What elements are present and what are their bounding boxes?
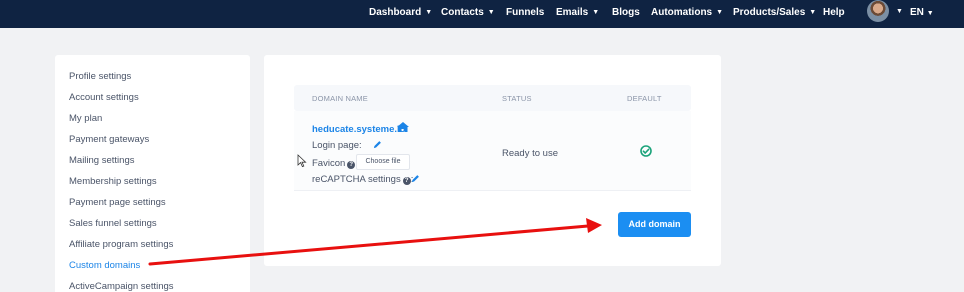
settings-sidebar: Profile settings Account settings My pla… xyxy=(55,55,250,292)
custom-domains-card: DOMAIN NAME STATUS DEFAULT heducate.syst… xyxy=(264,55,721,266)
recaptcha-label: reCAPTCHA settings?: xyxy=(312,174,413,185)
pencil-icon[interactable] xyxy=(373,140,382,149)
nav-contacts[interactable]: Contacts ▼ xyxy=(441,7,495,20)
sidebar-item-account-settings[interactable]: Account settings xyxy=(69,92,139,103)
chevron-down-icon: ▼ xyxy=(425,9,433,16)
nav-emails-label: Emails xyxy=(556,7,589,18)
nav-dashboard[interactable]: Dashboard ▼ xyxy=(369,7,432,20)
nav-blogs[interactable]: Blogs xyxy=(612,7,640,19)
sidebar-item-profile-settings[interactable]: Profile settings xyxy=(69,71,131,82)
add-domain-button[interactable]: Add domain xyxy=(618,212,691,237)
avatar[interactable] xyxy=(867,0,889,22)
nav-products-sales-label: Products/Sales xyxy=(733,7,806,18)
language-selector[interactable]: EN ▼ xyxy=(910,7,934,18)
chevron-down-icon: ▼ xyxy=(926,10,934,17)
sidebar-item-activecampaign-settings[interactable]: ActiveCampaign settings xyxy=(69,281,174,292)
sidebar-item-membership-settings[interactable]: Membership settings xyxy=(69,176,157,187)
mouse-cursor-icon xyxy=(297,154,307,168)
nav-products-sales[interactable]: Products/Sales ▼ xyxy=(733,7,816,20)
nav-automations-label: Automations xyxy=(651,7,713,18)
nav-help-label: Help xyxy=(823,7,845,18)
table-row: heducate.systeme.io Login page: Favicon?… xyxy=(294,111,691,191)
column-default: DEFAULT xyxy=(627,94,662,103)
help-icon[interactable]: ? xyxy=(402,177,411,185)
nav-blogs-label: Blogs xyxy=(612,7,640,18)
home-icon[interactable] xyxy=(397,122,409,132)
nav-dashboard-label: Dashboard xyxy=(369,7,422,18)
column-domain-name: DOMAIN NAME xyxy=(312,94,368,103)
top-navigation: Dashboard ▼ Contacts ▼ Funnels Emails ▼ Blo… xyxy=(0,0,964,28)
pencil-icon[interactable] xyxy=(411,174,420,183)
nav-funnels[interactable]: Funnels xyxy=(506,7,544,19)
domain-link[interactable]: heducate.systeme.io xyxy=(312,124,405,135)
favicon-label-text: Favicon xyxy=(312,158,346,169)
sidebar-item-payment-page-settings[interactable]: Payment page settings xyxy=(69,197,166,208)
sidebar-item-affiliate-program-settings[interactable]: Affiliate program settings xyxy=(69,239,173,250)
column-status: STATUS xyxy=(502,94,532,103)
recaptcha-label-text: reCAPTCHA settings xyxy=(312,174,401,185)
nav-emails[interactable]: Emails ▼ xyxy=(556,7,599,20)
choose-file-button[interactable]: Choose file xyxy=(356,154,410,170)
chevron-down-icon: ▼ xyxy=(487,9,495,16)
sidebar-item-mailing-settings[interactable]: Mailing settings xyxy=(69,155,134,166)
domains-table-header: DOMAIN NAME STATUS DEFAULT xyxy=(294,85,691,111)
sidebar-item-payment-gateways[interactable]: Payment gateways xyxy=(69,134,149,145)
sidebar-item-my-plan[interactable]: My plan xyxy=(69,113,102,124)
nav-contacts-label: Contacts xyxy=(441,7,484,18)
nav-funnels-label: Funnels xyxy=(506,7,545,18)
check-circle-icon xyxy=(640,145,652,157)
login-page-label: Login page: xyxy=(312,140,362,151)
chevron-down-icon: ▼ xyxy=(716,9,724,16)
language-label: EN xyxy=(910,7,924,18)
nav-automations[interactable]: Automations ▼ xyxy=(651,7,723,20)
chevron-down-icon: ▼ xyxy=(809,9,817,16)
status-text: Ready to use xyxy=(502,148,558,159)
chevron-down-icon[interactable]: ▼ xyxy=(896,8,903,15)
chevron-down-icon: ▼ xyxy=(592,9,600,16)
sidebar-item-custom-domains[interactable]: Custom domains xyxy=(69,260,140,271)
favicon-label: Favicon?: xyxy=(312,158,358,169)
nav-help[interactable]: Help xyxy=(823,7,845,19)
sidebar-item-sales-funnel-settings[interactable]: Sales funnel settings xyxy=(69,218,157,229)
